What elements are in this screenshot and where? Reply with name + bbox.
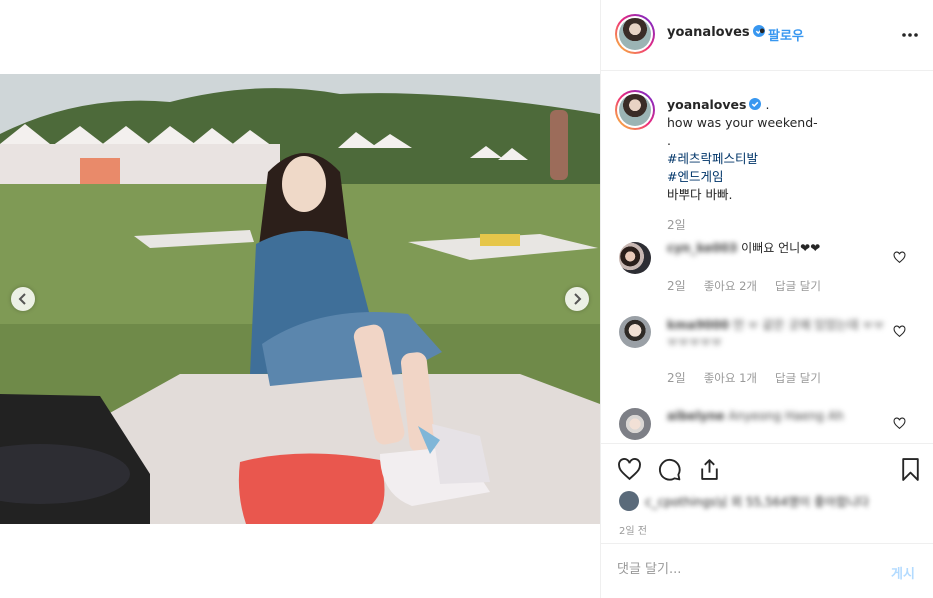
verified-badge-icon bbox=[749, 98, 762, 110]
caption-username[interactable]: yoanaloves bbox=[667, 97, 746, 112]
photo-illustration bbox=[0, 74, 600, 524]
liker-avatar[interactable] bbox=[619, 491, 639, 511]
post-timestamp[interactable]: 2일 전 bbox=[619, 522, 647, 537]
comment-time[interactable]: 2일 bbox=[667, 279, 686, 293]
author-username-link[interactable]: yoanaloves bbox=[667, 25, 765, 40]
caption-suffix: . bbox=[765, 97, 770, 112]
comment-likes[interactable]: 좋아요 2개 bbox=[704, 279, 757, 293]
post-photo[interactable] bbox=[0, 74, 600, 524]
chevron-right-icon bbox=[574, 293, 582, 305]
comment-body: 이뻐요 언니❤❤ bbox=[741, 241, 821, 255]
author-username[interactable]: yoanaloves bbox=[667, 25, 750, 40]
post-actions: c_cpothings님 외 55,564명이 좋아합니다 2일 전 bbox=[601, 443, 933, 543]
next-photo-button[interactable] bbox=[565, 287, 589, 311]
commenter-avatar[interactable] bbox=[619, 316, 651, 348]
comment-like-heart-icon[interactable] bbox=[893, 417, 906, 430]
commenter-username[interactable]: kma9000 bbox=[667, 318, 729, 332]
more-options-icon[interactable] bbox=[901, 28, 919, 42]
post-caption: yoanaloves . how was your weekend- . #레츠… bbox=[667, 96, 917, 204]
post-comment-button[interactable]: 게시 bbox=[891, 563, 915, 582]
commenter-avatar[interactable] bbox=[619, 408, 651, 440]
caption-line: . bbox=[667, 133, 671, 148]
post-sidebar: yoanaloves • 팔로우 yoanaloves . how was yo… bbox=[600, 0, 933, 598]
comment-icon[interactable] bbox=[657, 457, 682, 482]
comment-like-heart-icon[interactable] bbox=[893, 251, 906, 264]
caption-line: how was your weekend- bbox=[667, 115, 818, 130]
heart-icon[interactable] bbox=[617, 457, 642, 482]
likes-summary[interactable]: c_cpothings님 외 55,564명이 좋아합니다 bbox=[619, 491, 919, 511]
header-separator: • bbox=[758, 25, 767, 40]
hashtag-link[interactable]: #엔드게임 bbox=[667, 168, 917, 186]
likes-text[interactable]: c_cpothings님 외 55,564명이 좋아합니다 bbox=[645, 493, 869, 510]
comment-text: kma9000 언 ㅠ 같은 곳에 있었는데 ㅠㅠㅠㅠㅠㅠㅠ bbox=[667, 317, 887, 351]
previous-photo-button[interactable] bbox=[11, 287, 35, 311]
commenter-avatar[interactable] bbox=[619, 242, 651, 274]
caption-author-avatar[interactable] bbox=[615, 90, 655, 130]
post-header: yoanaloves • 팔로우 bbox=[601, 0, 933, 71]
commenter-username[interactable]: aibelyne bbox=[667, 409, 725, 423]
comment-time[interactable]: 2일 bbox=[667, 371, 686, 385]
comment-like-heart-icon[interactable] bbox=[893, 325, 906, 338]
chevron-left-icon bbox=[18, 293, 26, 305]
follow-button[interactable]: 팔로우 bbox=[768, 25, 804, 44]
comment-body: Anyeong Haeng Ah bbox=[728, 409, 844, 423]
comment-form: 게시 bbox=[601, 543, 933, 598]
comment-input[interactable] bbox=[617, 562, 867, 577]
author-avatar[interactable] bbox=[615, 14, 655, 54]
comment-meta: 2일 좋아요 2개 답글 달기 bbox=[667, 277, 839, 294]
comment-likes[interactable]: 좋아요 1개 bbox=[704, 371, 757, 385]
media-pane bbox=[0, 0, 600, 598]
comment-meta: 2일 좋아요 1개 답글 달기 bbox=[667, 369, 839, 386]
bookmark-icon[interactable] bbox=[898, 457, 923, 482]
comment-text: cyn_ke003 이뻐요 언니❤❤ bbox=[667, 240, 887, 257]
comment-text: aibelyne Anyeong Haeng Ah bbox=[667, 408, 887, 425]
share-icon[interactable] bbox=[697, 457, 722, 482]
caption-time[interactable]: 2일 bbox=[667, 216, 686, 233]
comments-list[interactable]: yoanaloves . how was your weekend- . #레츠… bbox=[601, 72, 933, 443]
hashtag-link[interactable]: #레츠락페스티발 bbox=[667, 150, 917, 168]
commenter-username[interactable]: cyn_ke003 bbox=[667, 241, 737, 255]
reply-button[interactable]: 답글 달기 bbox=[775, 279, 821, 293]
caption-line: 바뿌다 바빠. bbox=[667, 187, 733, 202]
reply-button[interactable]: 답글 달기 bbox=[775, 371, 821, 385]
